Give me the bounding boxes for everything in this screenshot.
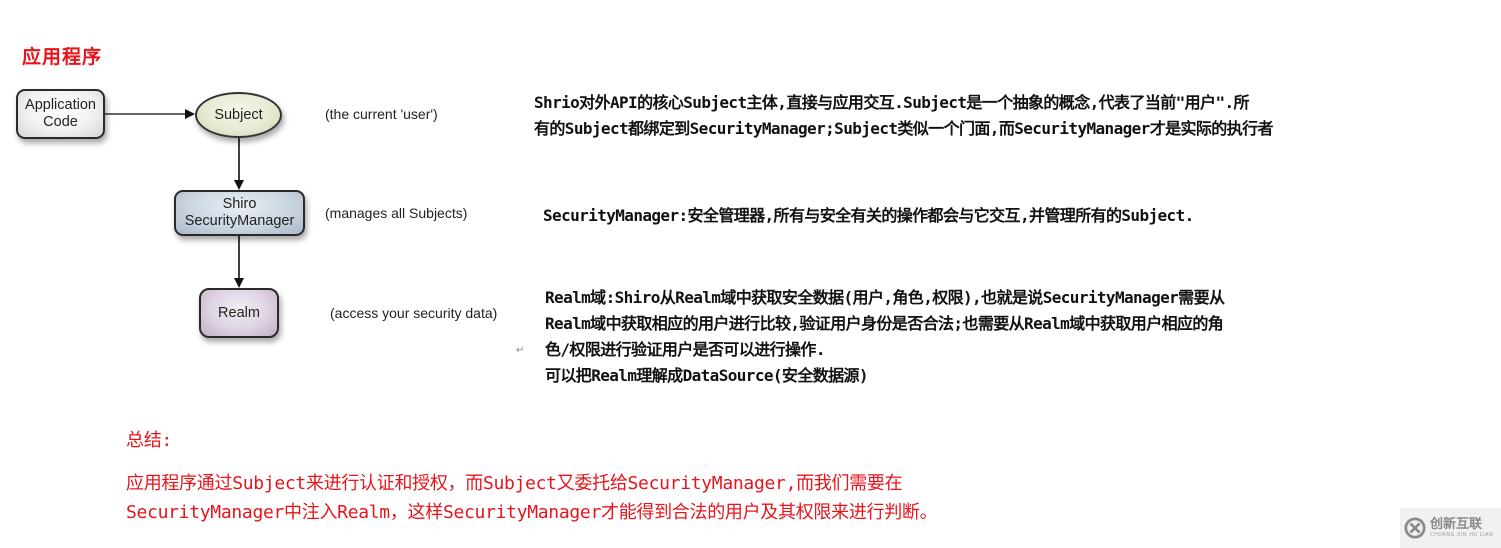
watermark-name-cn: 创新互联 <box>1430 517 1483 532</box>
application-code-label: Application Code <box>25 97 96 130</box>
security-manager-description: SecurityManager:安全管理器,所有与安全有关的操作都会与它交互,并… <box>543 203 1194 229</box>
subject-note: (the current 'user') <box>325 106 438 122</box>
subject-description: Shrio对外API的核心Subject主体,直接与应用交互.Subject是一… <box>534 90 1274 142</box>
realm-node: Realm <box>199 288 279 338</box>
subject-description-line: Shrio对外API的核心Subject主体,直接与应用交互.Subject是一… <box>534 93 1250 112</box>
subject-description-line: 有的Subject都绑定到SecurityManager;Subject类似一个… <box>534 119 1274 138</box>
subject-label: Subject <box>214 106 263 123</box>
realm-note: (access your security data) <box>330 305 498 321</box>
watermark: 创新互联 CHUANG XIN HU LIAN <box>1400 508 1501 548</box>
security-manager-label: Shiro SecurityManager <box>184 196 295 229</box>
brand-logo-icon <box>1404 517 1426 539</box>
summary-heading: 总结: <box>126 430 172 451</box>
realm-description-line: Realm域:Shiro从Realm域中获取安全数据(用户,角色,权限),也就是… <box>545 288 1225 307</box>
realm-description-line: 可以把Realm理解成DataSource(安全数据源) <box>545 366 869 385</box>
security-manager-description-line: SecurityManager:安全管理器,所有与安全有关的操作都会与它交互,并… <box>543 206 1194 225</box>
subject-node: Subject <box>195 92 282 138</box>
application-code-node: Application Code <box>16 89 105 139</box>
security-manager-note: (manages all Subjects) <box>325 205 468 221</box>
summary-line: 应用程序通过Subject来进行认证和授权，而Subject又委托给Securi… <box>126 473 903 494</box>
watermark-name-en: CHUANG XIN HU LIAN <box>1430 532 1494 538</box>
summary-line: SecurityManager中注入Realm，这样SecurityManage… <box>126 502 938 523</box>
realm-description-line: 色/权限进行验证用户是否可以进行操作. <box>545 340 825 359</box>
diagram-connectors <box>105 109 244 288</box>
realm-description-line: Realm域中获取相应的用户进行比较,验证用户身份是否合法;也需要从Realm域… <box>545 314 1224 333</box>
realm-label: Realm <box>218 304 260 321</box>
realm-description: Realm域:Shiro从Realm域中获取安全数据(用户,角色,权限),也就是… <box>545 285 1225 389</box>
security-manager-node: Shiro SecurityManager <box>174 190 305 236</box>
paragraph-mark-icon: ↵ <box>516 345 525 356</box>
